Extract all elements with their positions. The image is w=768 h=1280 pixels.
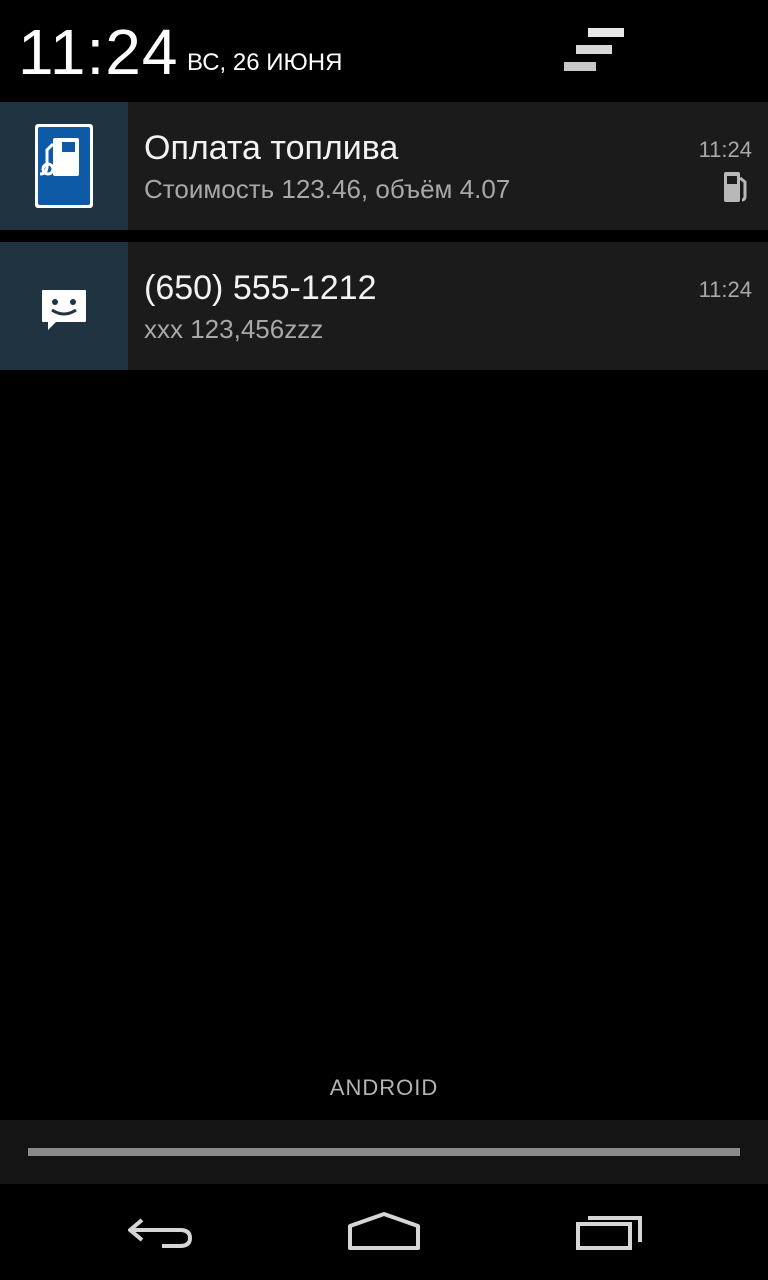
home-button[interactable]: [336, 1200, 432, 1264]
fuel-pump-icon: [722, 170, 750, 204]
notification-message[interactable]: (650) 555-1212 xxx 123,456zzz 11:24: [0, 242, 768, 370]
home-icon: [348, 1212, 420, 1250]
recents-icon: [576, 1216, 642, 1250]
notification-shade-header: 11:24 ВС, 26 ИЮНЯ: [0, 0, 768, 100]
clear-all-button[interactable]: [556, 20, 632, 80]
notification-time: 11:24: [698, 277, 752, 302]
notification-icon-area: [0, 242, 128, 370]
notification-fuel-payment[interactable]: Оплата топлива Стоимость 123.46, объём 4…: [0, 102, 768, 230]
clear-all-icon: [564, 28, 624, 71]
notification-text: Стоимость 123.46, объём 4.07: [144, 174, 511, 204]
carrier-label: ANDROID: [329, 1075, 439, 1100]
clock: 11:24: [18, 16, 179, 88]
notification-title: Оплата топлива: [144, 129, 399, 167]
back-icon: [128, 1218, 193, 1248]
back-button[interactable]: [112, 1200, 208, 1264]
notification-icon-area: [0, 102, 128, 230]
date: ВС, 26 ИЮНЯ: [187, 49, 343, 76]
notification-title: (650) 555-1212: [144, 269, 377, 307]
notification-text: xxx 123,456zzz: [144, 314, 324, 344]
recents-button[interactable]: [562, 1200, 658, 1264]
message-smiley-icon: [42, 290, 86, 330]
navigation-bar: [0, 1184, 768, 1280]
shade-drag-handle[interactable]: [0, 1120, 768, 1184]
drag-handle-bar: [28, 1148, 740, 1156]
fuel-station-sign-icon: [35, 124, 93, 208]
notification-time: 11:24: [698, 137, 752, 162]
